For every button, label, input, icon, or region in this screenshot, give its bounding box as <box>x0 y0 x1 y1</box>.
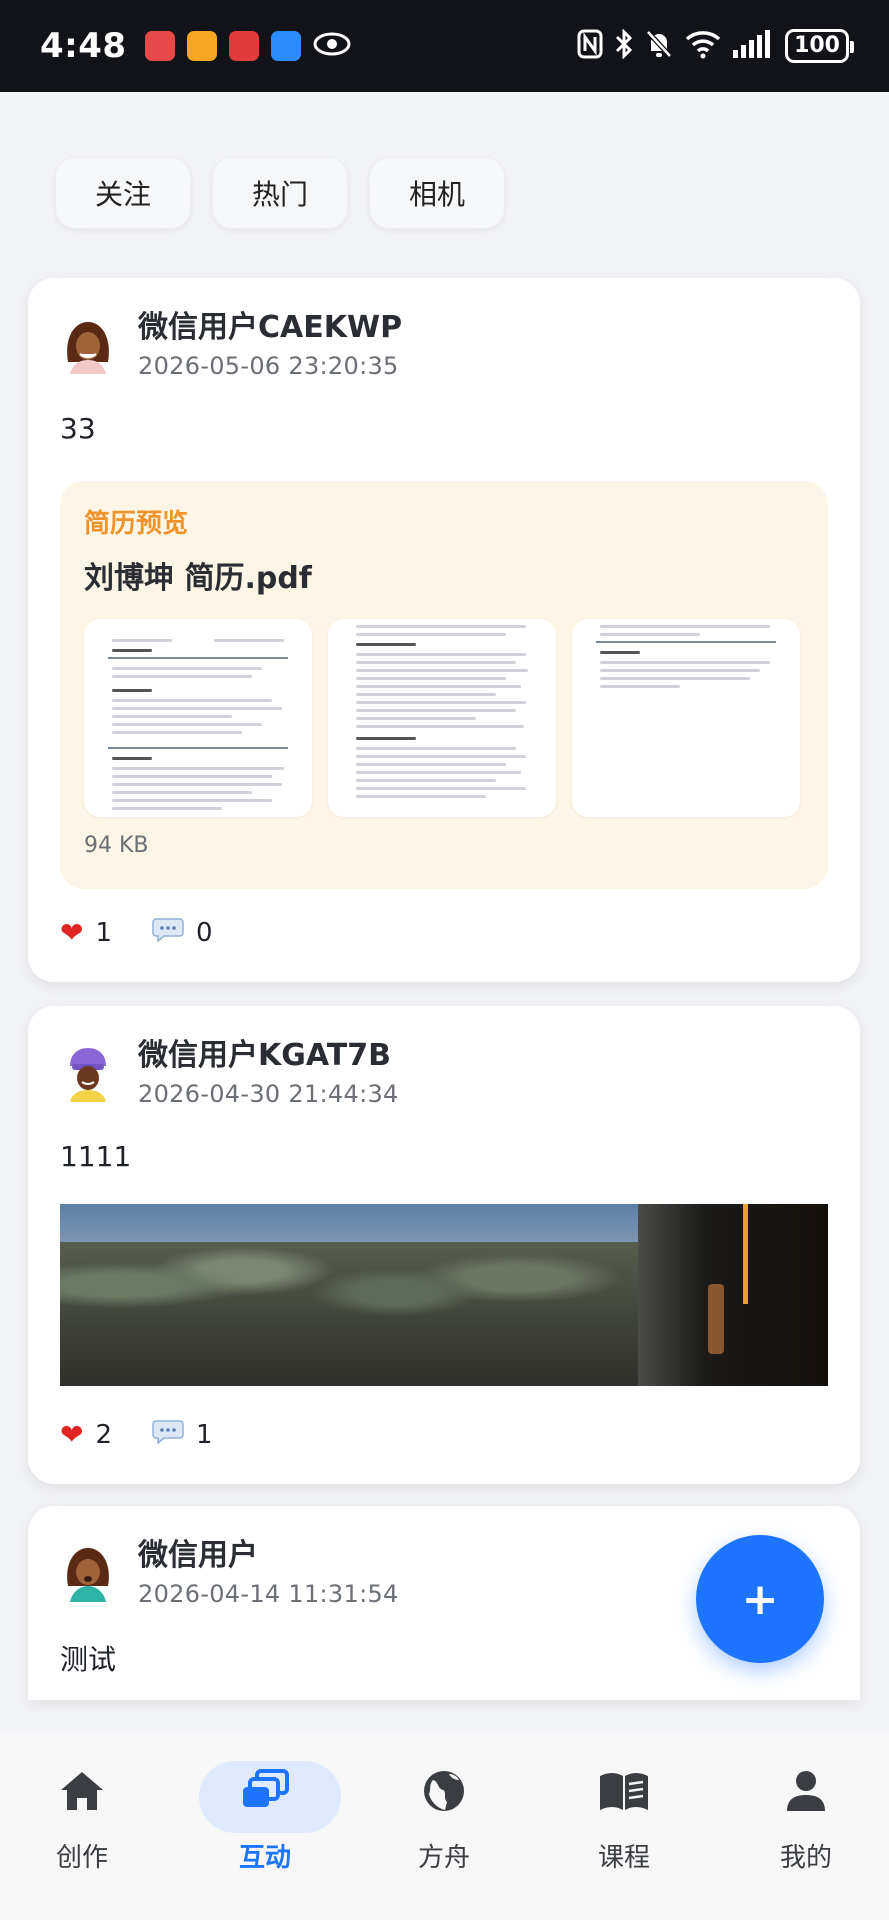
weibo-app-icon <box>186 31 217 61</box>
status-time: 4:48 <box>40 26 127 66</box>
nav-label: 课程 <box>597 1843 650 1873</box>
post-text: 1111 <box>60 1140 132 1173</box>
post-photo[interactable] <box>60 1204 828 1386</box>
avatar[interactable] <box>60 1046 116 1102</box>
nav-item-ark[interactable]: 方舟 <box>364 1763 524 1874</box>
cloud-app-icon <box>270 31 301 61</box>
nav-item-courses[interactable]: 课程 <box>544 1763 704 1874</box>
home-icon <box>2 1763 162 1819</box>
post-card[interactable]: 微信用户CAEKWP 2026-05-06 23:20:35 33 简历预览 刘… <box>28 278 860 982</box>
comment-bubble-icon[interactable] <box>152 1419 184 1451</box>
bottom-nav: 创作 互动 方舟 课程 我的 <box>0 1733 889 1920</box>
like-count: 1 <box>95 917 113 948</box>
like-heart-icon[interactable]: ❤ <box>60 916 83 949</box>
nav-label: 创作 <box>55 1843 108 1873</box>
news-app-icon <box>228 31 259 61</box>
filter-chip-following[interactable]: 关注 <box>55 157 191 229</box>
avatar[interactable] <box>60 1546 116 1602</box>
filter-chip-camera[interactable]: 相机 <box>369 157 505 229</box>
huawei-app-icon <box>144 31 175 61</box>
mute-bell-icon <box>645 29 673 64</box>
comment-count: 0 <box>196 917 213 948</box>
post-text: 33 <box>60 412 96 445</box>
post-timestamp: 2026-04-14 11:31:54 <box>138 1580 399 1608</box>
post-timestamp: 2026-05-06 23:20:35 <box>138 352 399 380</box>
status-bar: 4:48 100 <box>0 0 889 92</box>
comment-count: 1 <box>196 1419 213 1450</box>
resume-file-size: 94 KB <box>84 833 149 858</box>
filter-chip-hot[interactable]: 热门 <box>212 157 348 229</box>
post-username[interactable]: 微信用户CAEKWP <box>138 308 402 348</box>
create-post-fab[interactable]: + <box>696 1535 824 1663</box>
post-username[interactable]: 微信用户KGAT7B <box>138 1036 399 1076</box>
wifi-icon <box>685 29 721 64</box>
resume-page-thumbnail[interactable] <box>328 619 556 817</box>
resume-page-thumbnails <box>84 619 800 817</box>
person-icon <box>726 1763 886 1819</box>
battery-indicator: 100 <box>785 29 854 63</box>
post-header: 微信用户CAEKWP 2026-05-06 23:20:35 <box>60 308 402 384</box>
eye-icon <box>313 32 351 61</box>
bluetooth-icon <box>615 27 633 64</box>
globe-icon <box>364 1763 524 1819</box>
post-header: 微信用户KGAT7B 2026-04-30 21:44:34 <box>60 1036 399 1112</box>
resume-preview-card[interactable]: 简历预览 刘博坤 简历.pdf 94 KB <box>60 481 828 889</box>
nav-item-profile[interactable]: 我的 <box>726 1763 886 1874</box>
nav-label: 互动 <box>238 1843 291 1873</box>
like-count: 2 <box>95 1419 113 1450</box>
post-reactions: ❤ 1 0 <box>60 916 253 949</box>
post-text: 测试 <box>60 1643 117 1676</box>
nav-label: 方舟 <box>417 1843 470 1873</box>
resume-file-name: 刘博坤 简历.pdf <box>84 561 312 596</box>
resume-page-thumbnail[interactable] <box>572 619 800 817</box>
post-header: 微信用户 2026-04-14 11:31:54 <box>60 1536 399 1612</box>
avatar[interactable] <box>60 318 116 374</box>
nav-item-interaction[interactable]: 互动 <box>185 1761 345 1874</box>
nav-item-create[interactable]: 创作 <box>2 1763 162 1874</box>
signal-icon <box>733 29 773 63</box>
comment-bubble-icon[interactable] <box>152 917 184 949</box>
post-reactions: ❤ 2 1 <box>60 1418 253 1451</box>
nav-label: 我的 <box>779 1843 832 1873</box>
post-card[interactable]: 微信用户KGAT7B 2026-04-30 21:44:34 1111 ❤ 2 … <box>28 1006 860 1484</box>
book-icon <box>544 1763 704 1819</box>
resume-page-thumbnail[interactable] <box>84 619 312 817</box>
filter-chips: 关注 热门 相机 <box>55 157 505 229</box>
nfc-icon <box>577 29 603 64</box>
post-username[interactable]: 微信用户 <box>138 1536 399 1576</box>
like-heart-icon[interactable]: ❤ <box>60 1418 83 1451</box>
post-timestamp: 2026-04-30 21:44:34 <box>138 1080 399 1108</box>
resume-preview-label: 简历预览 <box>84 509 189 539</box>
